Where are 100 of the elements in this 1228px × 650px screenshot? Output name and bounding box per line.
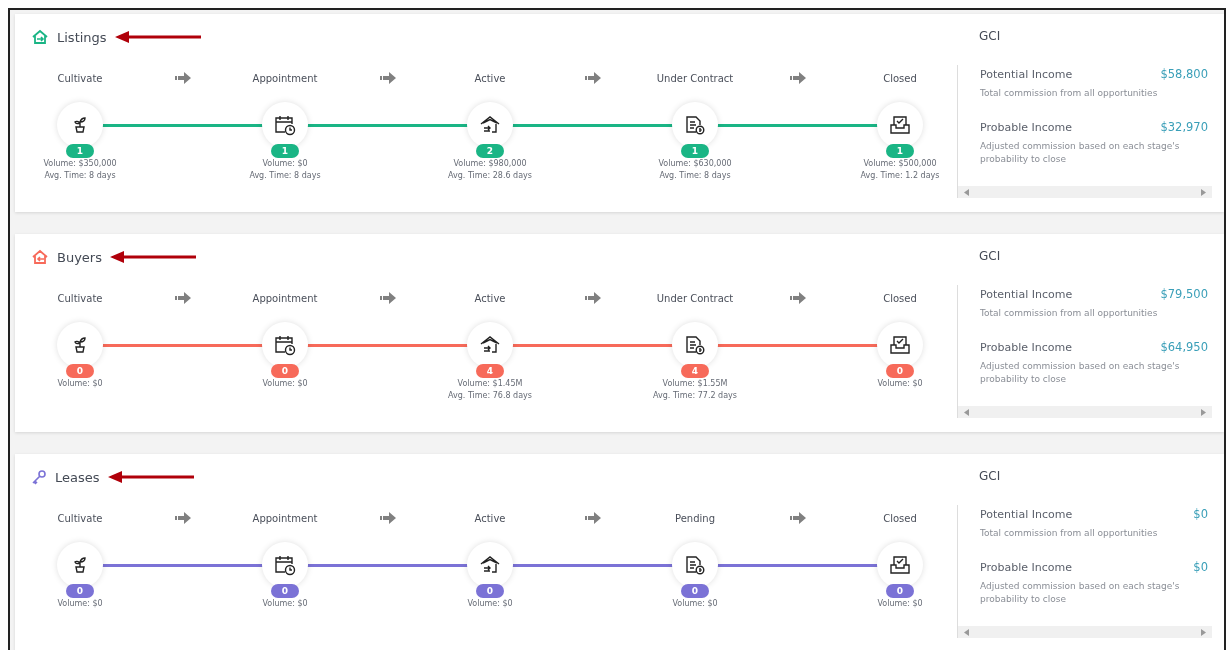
- gci-title: GCI: [979, 249, 1001, 265]
- count-badge: 4: [681, 364, 709, 378]
- plant-icon: [73, 337, 87, 353]
- stage-detail: Volume: $0: [57, 598, 103, 610]
- inbox-check-icon: [889, 115, 911, 135]
- key-icon: [31, 469, 47, 485]
- stage-detail: Volume: $1.55M: [662, 378, 728, 390]
- income-value: $32,970: [1160, 120, 1208, 134]
- house-arrow-icon: [479, 335, 501, 355]
- arrow-right-icon: [584, 292, 601, 304]
- stage-label: Active: [474, 512, 506, 524]
- house-arrow-icon: [479, 115, 501, 135]
- income-value: $79,500: [1160, 287, 1208, 301]
- income-label: Potential Income: [980, 287, 1073, 301]
- stage-label: Appointment: [252, 512, 318, 524]
- stage-detail: Volume: $0: [262, 598, 308, 610]
- stage-detail: Avg. Time: 28.6 days: [448, 170, 532, 182]
- stage-detail: Volume: $630,000: [658, 158, 732, 170]
- stage-label: Closed: [883, 512, 917, 524]
- arrow-right-icon: [174, 292, 191, 304]
- stage-detail: Volume: $0: [262, 158, 308, 170]
- income-value: $64,950: [1160, 340, 1208, 354]
- count-badge: 0: [66, 364, 94, 378]
- count-badge: 1: [271, 144, 299, 158]
- arrow-right-icon: [789, 72, 806, 84]
- stage-detail: Volume: $350,000: [43, 158, 117, 170]
- stage-label: Active: [474, 292, 506, 304]
- house-arrow-icon: [479, 555, 501, 575]
- document-dollar-icon: [685, 335, 705, 355]
- plant-icon: [73, 557, 87, 573]
- stage-label: Under Contract: [656, 292, 734, 304]
- income-label: Potential Income: [980, 67, 1073, 81]
- house-arrow-icon: [31, 249, 49, 265]
- stage-detail: Avg. Time: 8 days: [249, 170, 321, 182]
- inbox-check-icon: [889, 335, 911, 355]
- stage-detail: Avg. Time: 8 days: [659, 170, 731, 182]
- income-description: Adjusted commission based on each stage's probability to close: [980, 140, 1181, 166]
- stage-detail: Avg. Time: 76.8 days: [448, 390, 532, 402]
- income-value: $0: [1193, 507, 1208, 521]
- count-badge: 1: [886, 144, 914, 158]
- arrow-right-icon: [174, 72, 191, 84]
- arrow-right-icon: [584, 512, 601, 524]
- stage-detail: Avg. Time: 77.2 days: [653, 390, 737, 402]
- stage-label: Cultivate: [57, 292, 103, 304]
- count-badge: 0: [681, 584, 709, 598]
- stage-label: Appointment: [252, 72, 318, 84]
- count-badge: 0: [271, 584, 299, 598]
- annotation-arrow-icon: [107, 471, 194, 483]
- stage-detail: Volume: $500,000: [863, 158, 937, 170]
- stage-label: Cultivate: [57, 512, 103, 524]
- stage-detail: Volume: $1.45M: [457, 378, 523, 390]
- stage-detail: Volume: $0: [672, 598, 718, 610]
- gci-title: GCI: [979, 29, 1001, 45]
- income-label: Probable Income: [980, 120, 1072, 134]
- income-description: Total commission from all opportunities: [980, 87, 1159, 100]
- stage-detail: Volume: $0: [57, 378, 103, 390]
- arrow-right-icon: [379, 72, 396, 84]
- stage-detail: Volume: $0: [877, 378, 923, 390]
- calendar-clock-icon: [274, 334, 296, 356]
- arrow-right-icon: [174, 512, 191, 524]
- stage-label: Pending: [675, 512, 715, 524]
- section-title: Buyers: [57, 249, 102, 265]
- document-dollar-icon: [685, 115, 705, 135]
- count-badge: 0: [476, 584, 504, 598]
- stage-label: Closed: [883, 292, 917, 304]
- income-label: Probable Income: [980, 560, 1072, 574]
- income-label: Probable Income: [980, 340, 1072, 354]
- stage-label: Active: [474, 72, 506, 84]
- income-description: Adjusted commission based on each stage's probability to close: [980, 580, 1181, 606]
- stage-label: Under Contract: [656, 72, 734, 84]
- stage-label: Cultivate: [57, 72, 103, 84]
- gci-title: GCI: [979, 469, 1001, 485]
- count-badge: 1: [681, 144, 709, 158]
- arrow-right-icon: [584, 72, 601, 84]
- calendar-clock-icon: [274, 554, 296, 576]
- count-badge: 1: [66, 144, 94, 158]
- arrow-right-icon: [789, 292, 806, 304]
- count-badge: 0: [886, 364, 914, 378]
- document-dollar-icon: [685, 555, 705, 575]
- plant-icon: [73, 117, 87, 133]
- section-title: Listings: [57, 29, 107, 45]
- income-label: Potential Income: [980, 507, 1073, 521]
- count-badge: 0: [66, 584, 94, 598]
- arrow-right-icon: [379, 512, 396, 524]
- income-value: $58,800: [1160, 67, 1208, 81]
- income-description: Total commission from all opportunities: [980, 307, 1159, 320]
- stage-label: Closed: [883, 72, 917, 84]
- inbox-check-icon: [889, 555, 911, 575]
- arrow-right-icon: [789, 512, 806, 524]
- section-title: Leases: [55, 469, 100, 485]
- stage-label: Appointment: [252, 292, 318, 304]
- stage-detail: Avg. Time: 8 days: [44, 170, 116, 182]
- income-description: Total commission from all opportunities: [980, 527, 1159, 540]
- annotation-arrow-icon: [114, 31, 201, 43]
- count-badge: 0: [271, 364, 299, 378]
- calendar-clock-icon: [274, 114, 296, 136]
- count-badge: 0: [886, 584, 914, 598]
- count-badge: 2: [476, 144, 504, 158]
- stage-detail: Avg. Time: 1.2 days: [860, 170, 940, 182]
- house-arrow-icon: [31, 29, 49, 45]
